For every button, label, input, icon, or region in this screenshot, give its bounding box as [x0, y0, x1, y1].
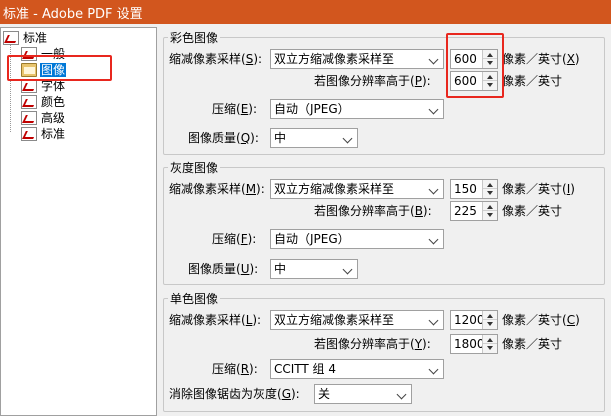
color-above-label: 若图像分辨率高于(P):	[314, 74, 431, 88]
gray-quality-select[interactable]: 中	[270, 259, 358, 279]
color-downsample-label: 缩减像素采样(S):	[169, 52, 263, 66]
mono-above-resolution[interactable]: 1800	[450, 334, 498, 354]
tree-item-label: 标准	[41, 127, 66, 141]
chevron-down-icon	[426, 180, 443, 198]
window-title: 标准 - Adobe PDF 设置	[0, 0, 611, 24]
mono-downsample-resolution[interactable]: 1200	[450, 310, 498, 330]
chevron-down-icon	[426, 311, 443, 329]
mono-compress-select[interactable]: CCITT 组 4	[270, 359, 444, 379]
highlight-annotation-tree	[7, 55, 112, 81]
color-images-title: 彩色图像	[168, 29, 221, 46]
chevron-down-icon	[426, 100, 443, 118]
mono-downsample-label: 缩减像素采样(L):	[169, 313, 262, 327]
tree-item-standards[interactable]: 标准	[21, 126, 66, 142]
mono-antialias-label: 消除图像锯齿为灰度(G):	[169, 387, 300, 401]
tree-item-label: 字体	[41, 79, 66, 93]
color-quality-label: 图像质量(Q):	[188, 131, 259, 145]
color-downsample-select[interactable]: 双立方缩减像素采样至	[270, 49, 444, 69]
spin-up-icon[interactable]	[483, 335, 497, 344]
chevron-down-icon	[426, 230, 443, 248]
tree-item-label: 颜色	[41, 95, 66, 109]
mono-images-title: 单色图像	[168, 290, 221, 307]
tree-root-standard[interactable]: 标准	[3, 30, 48, 46]
gray-downsample-label: 缩减像素采样(M):	[169, 182, 265, 196]
gray-above-resolution[interactable]: 225	[450, 201, 498, 221]
pdf-settings-icon	[21, 95, 37, 109]
mono-compress-label: 压缩(R):	[212, 362, 258, 376]
window-title-text: 标准 - Adobe PDF 设置	[3, 6, 143, 22]
pdf-settings-icon	[3, 31, 19, 45]
mono-antialias-select[interactable]: 关	[314, 384, 412, 404]
spin-up-icon[interactable]	[483, 202, 497, 211]
mono-above-label: 若图像分辨率高于(Y):	[314, 337, 431, 351]
chevron-down-icon	[426, 50, 443, 68]
tree-item-advanced[interactable]: 高级	[21, 110, 66, 126]
color-unit-label: 像素／英寸(X)	[502, 52, 580, 66]
gray-downsample-select[interactable]: 双立方缩减像素采样至	[270, 179, 444, 199]
tree-item-color[interactable]: 颜色	[21, 94, 66, 110]
chevron-down-icon	[340, 129, 357, 147]
tree-root-label: 标准	[23, 31, 48, 45]
tree-item-label: 高级	[41, 111, 66, 125]
gray-compress-label: 压缩(F):	[212, 232, 257, 246]
spin-down-icon[interactable]	[483, 320, 497, 329]
mono-above-unit: 像素／英寸	[502, 337, 563, 351]
highlight-annotation-resolution	[446, 33, 504, 98]
spin-up-icon[interactable]	[483, 180, 497, 189]
gray-above-label: 若图像分辨率高于(B):	[314, 204, 432, 218]
color-compress-select[interactable]: 自动（JPEG）	[270, 99, 444, 119]
gray-above-unit: 像素／英寸	[502, 204, 563, 218]
color-above-unit: 像素／英寸	[502, 74, 563, 88]
gray-images-title: 灰度图像	[168, 159, 221, 176]
chevron-down-icon	[340, 260, 357, 278]
pdf-settings-icon	[21, 127, 37, 141]
pdf-settings-icon	[21, 79, 37, 93]
chevron-down-icon	[394, 385, 411, 403]
spin-up-icon[interactable]	[483, 311, 497, 320]
gray-unit-label: 像素／英寸(I)	[502, 182, 575, 196]
settings-tree[interactable]: 标准 一般 图像 字体 颜色 高级 标准	[0, 27, 157, 416]
chevron-down-icon	[426, 360, 443, 378]
spin-down-icon[interactable]	[483, 189, 497, 198]
gray-quality-label: 图像质量(U):	[188, 262, 259, 276]
mono-unit-label: 像素／英寸(C)	[502, 313, 580, 327]
gray-compress-select[interactable]: 自动（JPEG）	[270, 229, 444, 249]
mono-downsample-select[interactable]: 双立方缩减像素采样至	[270, 310, 444, 330]
gray-downsample-resolution[interactable]: 150	[450, 179, 498, 199]
color-compress-label: 压缩(E):	[212, 102, 258, 116]
spin-down-icon[interactable]	[483, 344, 497, 353]
spin-down-icon[interactable]	[483, 211, 497, 220]
pdf-settings-icon	[21, 111, 37, 125]
color-quality-select[interactable]: 中	[270, 128, 358, 148]
